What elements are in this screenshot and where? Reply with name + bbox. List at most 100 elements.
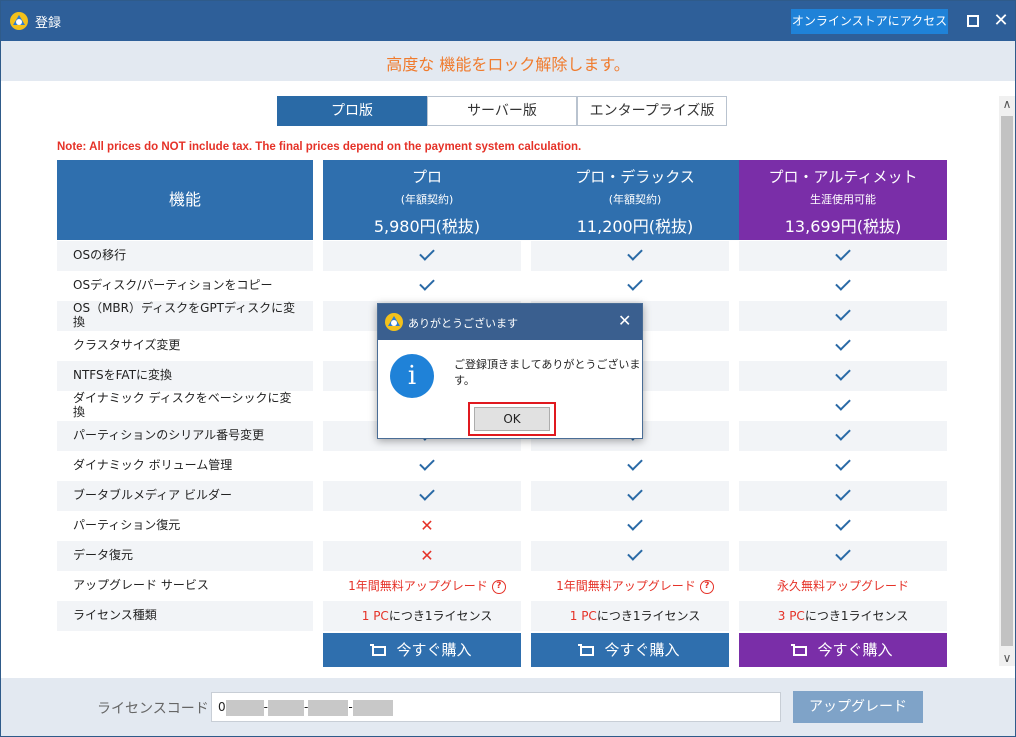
redacted-segment [225, 699, 264, 716]
license-code-visible: 0 [218, 700, 226, 714]
check-icon [739, 331, 947, 361]
scroll-thumb[interactable] [1001, 116, 1013, 646]
check-icon [531, 271, 739, 301]
help-icon[interactable]: ? [491, 579, 506, 594]
feature-row: ブータブルメディア ビルダー [57, 481, 947, 511]
feature-label: アップグレード サービス [73, 578, 209, 593]
column-gap [313, 361, 323, 391]
upgrade-service-cell: 1年間無料アップグレード? [531, 571, 739, 601]
feature-row: OSの移行 [57, 241, 947, 271]
column-gap [313, 571, 323, 601]
license-footer: ライセンスコード： 0--- アップグレード [1, 678, 1015, 736]
license-suffix: につき1ライセンス [804, 609, 909, 623]
check-icon [739, 511, 947, 541]
check-icon [531, 451, 739, 481]
product-name: プロ [411, 168, 442, 186]
license-pc-count: 3 PC [777, 609, 805, 623]
dialog-message: ご登録頂きましてありがとうございます。 [454, 358, 641, 387]
check-icon [739, 271, 947, 301]
cart-icon [370, 643, 387, 656]
upgrade-service-row: アップグレード サービス 1年間無料アップグレード? 1年間無料アップグレード? 永久… [57, 571, 947, 601]
maximize-icon[interactable] [963, 11, 983, 31]
feature-label: パーティションのシリアル番号変更 [73, 428, 265, 443]
feature-label: OS（MBR）ディスクをGPTディスクに変換 [73, 301, 296, 329]
license-suffix: につき1ライセンス [388, 609, 493, 623]
redacted-segment [267, 699, 304, 716]
column-gap [313, 451, 323, 481]
product-name: プロ・デラックス [575, 168, 695, 186]
dialog-title-bar: ありがとうございます ✕ [378, 304, 642, 340]
dialog-title: ありがとうございます [408, 317, 518, 330]
license-pc-count: 1 PC [569, 609, 597, 623]
feature-label: ライセンス種類 [73, 608, 157, 623]
product-term: (年額契約) [608, 193, 662, 206]
upgrade-button[interactable]: アップグレード [793, 691, 923, 723]
license-type-row: ライセンス種類 1 PCにつき1ライセンス 1 PCにつき1ライセンス 3 PCにつき… [57, 601, 947, 631]
feature-label: NTFSをFATに変換 [73, 368, 173, 383]
product-term: 生涯使用可能 [810, 193, 876, 206]
redacted-segment [308, 699, 349, 716]
column-gap [313, 481, 323, 511]
buy-now-button-pro[interactable]: 今すぐ購入 [323, 633, 521, 667]
vertical-scrollbar[interactable]: ∧ ∨ [999, 96, 1015, 666]
check-icon [323, 241, 531, 271]
redacted-segment [352, 699, 393, 716]
check-icon [739, 481, 947, 511]
product-price: 11,200円(税抜) [576, 217, 694, 236]
column-gap [313, 601, 323, 631]
feature-row: パーティション復元 ✕ [57, 511, 947, 541]
column-gap [313, 271, 323, 301]
scroll-up-icon[interactable]: ∧ [999, 96, 1015, 112]
upgrade-service-cell: 1年間無料アップグレード? [323, 571, 531, 601]
tab-enterprise[interactable]: エンタープライズ版 [577, 96, 727, 126]
product-price: 13,699円(税抜) [784, 217, 902, 236]
window-title: 登録 [35, 16, 62, 31]
column-gap [313, 541, 323, 571]
license-code-label: ライセンスコード： [97, 701, 223, 717]
license-type-cell: 1 PCにつき1ライセンス [531, 601, 739, 631]
license-pc-count: 1 PC [361, 609, 389, 623]
window-close-icon[interactable]: ✕ [991, 11, 1011, 31]
feature-label: OSの移行 [73, 248, 127, 263]
license-type-cell: 1 PCにつき1ライセンス [323, 601, 531, 631]
upgrade-service-text: 永久無料アップグレード [776, 579, 909, 593]
tab-pro[interactable]: プロ版 [277, 96, 427, 126]
cart-icon [791, 643, 808, 656]
check-icon [739, 301, 947, 331]
license-code-input[interactable]: 0--- [211, 692, 781, 722]
tab-server[interactable]: サーバー版 [427, 96, 577, 126]
help-icon[interactable]: ? [699, 579, 714, 594]
scroll-down-icon[interactable]: ∨ [999, 650, 1015, 666]
feature-label: クラスタサイズ変更 [73, 338, 181, 353]
app-logo-icon [385, 313, 403, 331]
buy-now-button-ultimate[interactable]: 今すぐ購入 [739, 633, 947, 667]
check-icon [323, 451, 531, 481]
column-gap [313, 421, 323, 451]
cross-icon: ✕ [420, 546, 434, 565]
feature-label: ブータブルメディア ビルダー [73, 488, 232, 503]
upgrade-service-text: 1年間無料アップグレード [348, 579, 488, 593]
buy-label: 今すぐ購入 [396, 641, 472, 659]
feature-label: ダイナミック ディスクをベーシックに変換 [73, 391, 292, 419]
online-store-button[interactable]: オンラインストアにアクセス [791, 9, 948, 34]
dialog-close-icon[interactable]: ✕ [618, 311, 631, 330]
ok-button[interactable]: OK [474, 407, 550, 431]
feature-label: パーティション復元 [73, 518, 181, 533]
column-gap [313, 301, 323, 331]
cross-icon: ✕ [420, 516, 434, 535]
product-term: (年額契約) [400, 193, 454, 206]
thank-you-dialog: ありがとうございます ✕ i ご登録頂きましてありがとうございます。 OK [377, 303, 643, 439]
title-bar: 登録 オンラインストアにアクセス ✕ [1, 1, 1015, 41]
cart-icon [578, 643, 595, 656]
buy-now-button-deluxe[interactable]: 今すぐ購入 [531, 633, 729, 667]
license-suffix: につき1ライセンス [596, 609, 701, 623]
column-gap [313, 511, 323, 541]
license-type-cell: 3 PCにつき1ライセンス [739, 601, 947, 631]
page-headline: 高度な 機能をロック解除します。 [386, 55, 630, 74]
column-gap [313, 241, 323, 271]
feature-row: ダイナミック ボリューム管理 [57, 451, 947, 481]
check-icon [531, 241, 739, 271]
check-icon [739, 421, 947, 451]
check-icon [531, 481, 739, 511]
product-price: 5,980円(税抜) [373, 217, 481, 236]
